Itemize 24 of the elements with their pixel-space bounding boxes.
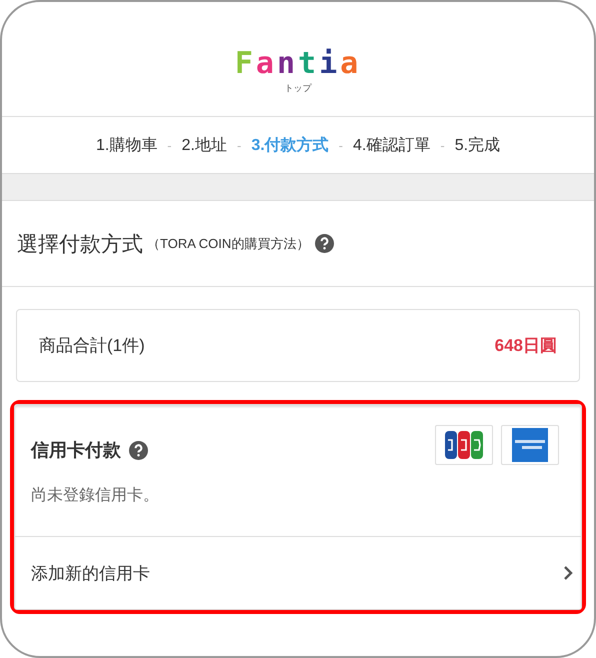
step-separator: - [338, 138, 344, 152]
step-separator: - [167, 138, 172, 152]
step-label: 1.購物車 [96, 136, 158, 156]
fantia-logo[interactable]: Fantia [234, 48, 362, 80]
summary-label: 商品合計(1件) [39, 335, 145, 357]
step-label: 4.確認訂單 [353, 136, 430, 156]
credit-card-title: 信用卡付款 [31, 439, 121, 462]
total-amount: 648日圓 [494, 335, 557, 357]
add-card-label: 添加新的信用卡 [31, 562, 150, 584]
logo-caption[interactable]: トップ [284, 82, 312, 95]
jcb-card-icon [444, 431, 484, 459]
step-label: 5.完成 [454, 136, 500, 156]
chevron-right-icon [563, 565, 573, 581]
help-icon[interactable] [129, 440, 148, 460]
step-label: 3.付款方式 [251, 135, 329, 156]
add-card-row[interactable]: 添加新的信用卡 [15, 536, 581, 609]
step-separator: - [440, 138, 445, 152]
amex-card-icon [512, 428, 548, 462]
step-separator: - [236, 138, 242, 152]
step-label: 2.地址 [182, 136, 227, 156]
tora-coin-link[interactable]: （TORA COIN的購買方法） [147, 234, 310, 252]
help-icon[interactable] [315, 234, 334, 253]
card-status-text: 尚未登錄信用卡。 [30, 486, 160, 506]
section-title: 選擇付款方式 [17, 232, 143, 258]
